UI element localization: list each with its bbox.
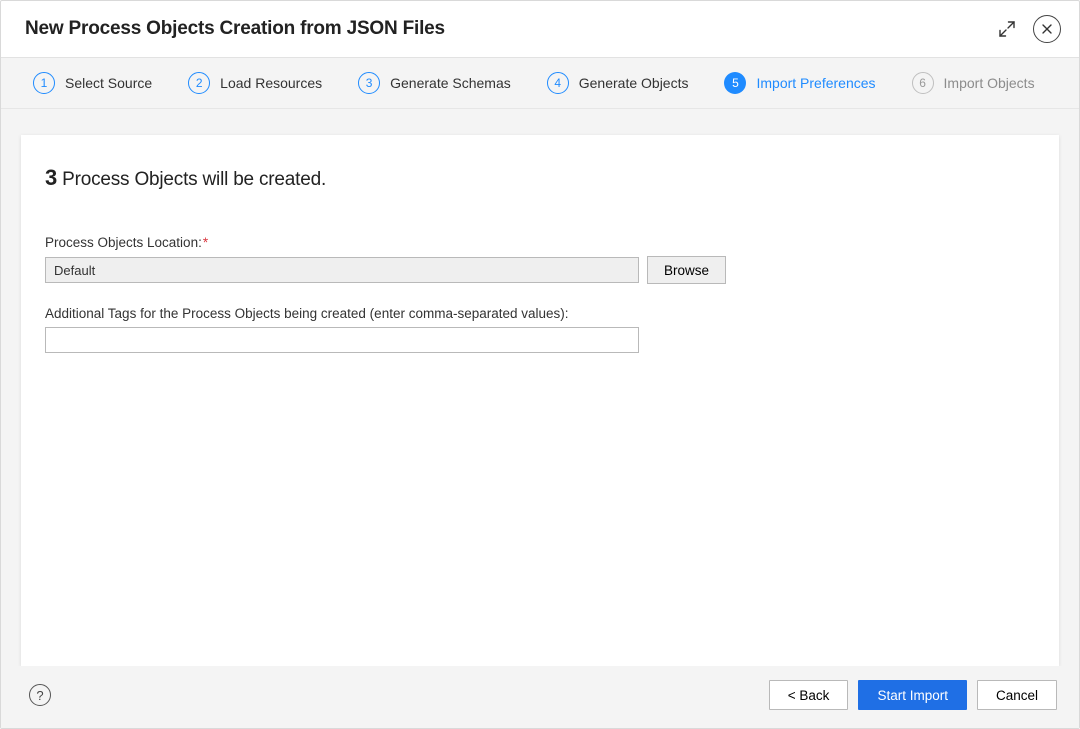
summary-count: 3 xyxy=(45,165,57,190)
step-label: Import Preferences xyxy=(756,75,875,91)
step-number: 6 xyxy=(912,72,934,94)
step-import-objects: 6 Import Objects xyxy=(912,72,1035,94)
tags-label: Additional Tags for the Process Objects … xyxy=(45,306,1035,321)
step-label: Import Objects xyxy=(944,75,1035,91)
header-actions xyxy=(993,15,1061,43)
step-number: 2 xyxy=(188,72,210,94)
back-button[interactable]: < Back xyxy=(769,680,849,710)
wizard-stepper: 1 Select Source 2 Load Resources 3 Gener… xyxy=(1,58,1079,109)
required-star-icon: * xyxy=(203,235,208,250)
step-number: 1 xyxy=(33,72,55,94)
summary-line: 3 Process Objects will be created. xyxy=(45,165,1035,191)
step-label: Load Resources xyxy=(220,75,322,91)
footer-actions: < Back Start Import Cancel xyxy=(769,680,1057,710)
step-number: 3 xyxy=(358,72,380,94)
step-label: Select Source xyxy=(65,75,152,91)
start-import-button[interactable]: Start Import xyxy=(858,680,967,710)
tags-field: Additional Tags for the Process Objects … xyxy=(45,306,1035,353)
tags-input[interactable] xyxy=(45,327,639,353)
cancel-button[interactable]: Cancel xyxy=(977,680,1057,710)
help-icon[interactable]: ? xyxy=(29,684,51,706)
dialog-header: New Process Objects Creation from JSON F… xyxy=(1,1,1079,58)
location-label: Process Objects Location:* xyxy=(45,235,1035,250)
expand-icon[interactable] xyxy=(993,15,1021,43)
step-load-resources[interactable]: 2 Load Resources xyxy=(188,72,322,94)
summary-text: Process Objects will be created. xyxy=(57,169,326,190)
step-number: 4 xyxy=(547,72,569,94)
location-field: Process Objects Location:* Browse xyxy=(45,235,1035,284)
step-label: Generate Objects xyxy=(579,75,689,91)
step-import-preferences[interactable]: 5 Import Preferences xyxy=(724,72,875,94)
step-number: 5 xyxy=(724,72,746,94)
content-panel: 3 Process Objects will be created. Proce… xyxy=(21,135,1059,666)
location-label-text: Process Objects Location: xyxy=(45,235,202,250)
wizard-dialog: New Process Objects Creation from JSON F… xyxy=(0,0,1080,729)
dialog-title: New Process Objects Creation from JSON F… xyxy=(25,18,445,40)
browse-button[interactable]: Browse xyxy=(647,256,726,284)
location-input[interactable] xyxy=(45,257,639,283)
close-icon[interactable] xyxy=(1033,15,1061,43)
step-generate-objects[interactable]: 4 Generate Objects xyxy=(547,72,689,94)
step-label: Generate Schemas xyxy=(390,75,511,91)
step-generate-schemas[interactable]: 3 Generate Schemas xyxy=(358,72,511,94)
dialog-body: 3 Process Objects will be created. Proce… xyxy=(1,109,1079,666)
step-select-source[interactable]: 1 Select Source xyxy=(33,72,152,94)
dialog-footer: ? < Back Start Import Cancel xyxy=(1,666,1079,728)
